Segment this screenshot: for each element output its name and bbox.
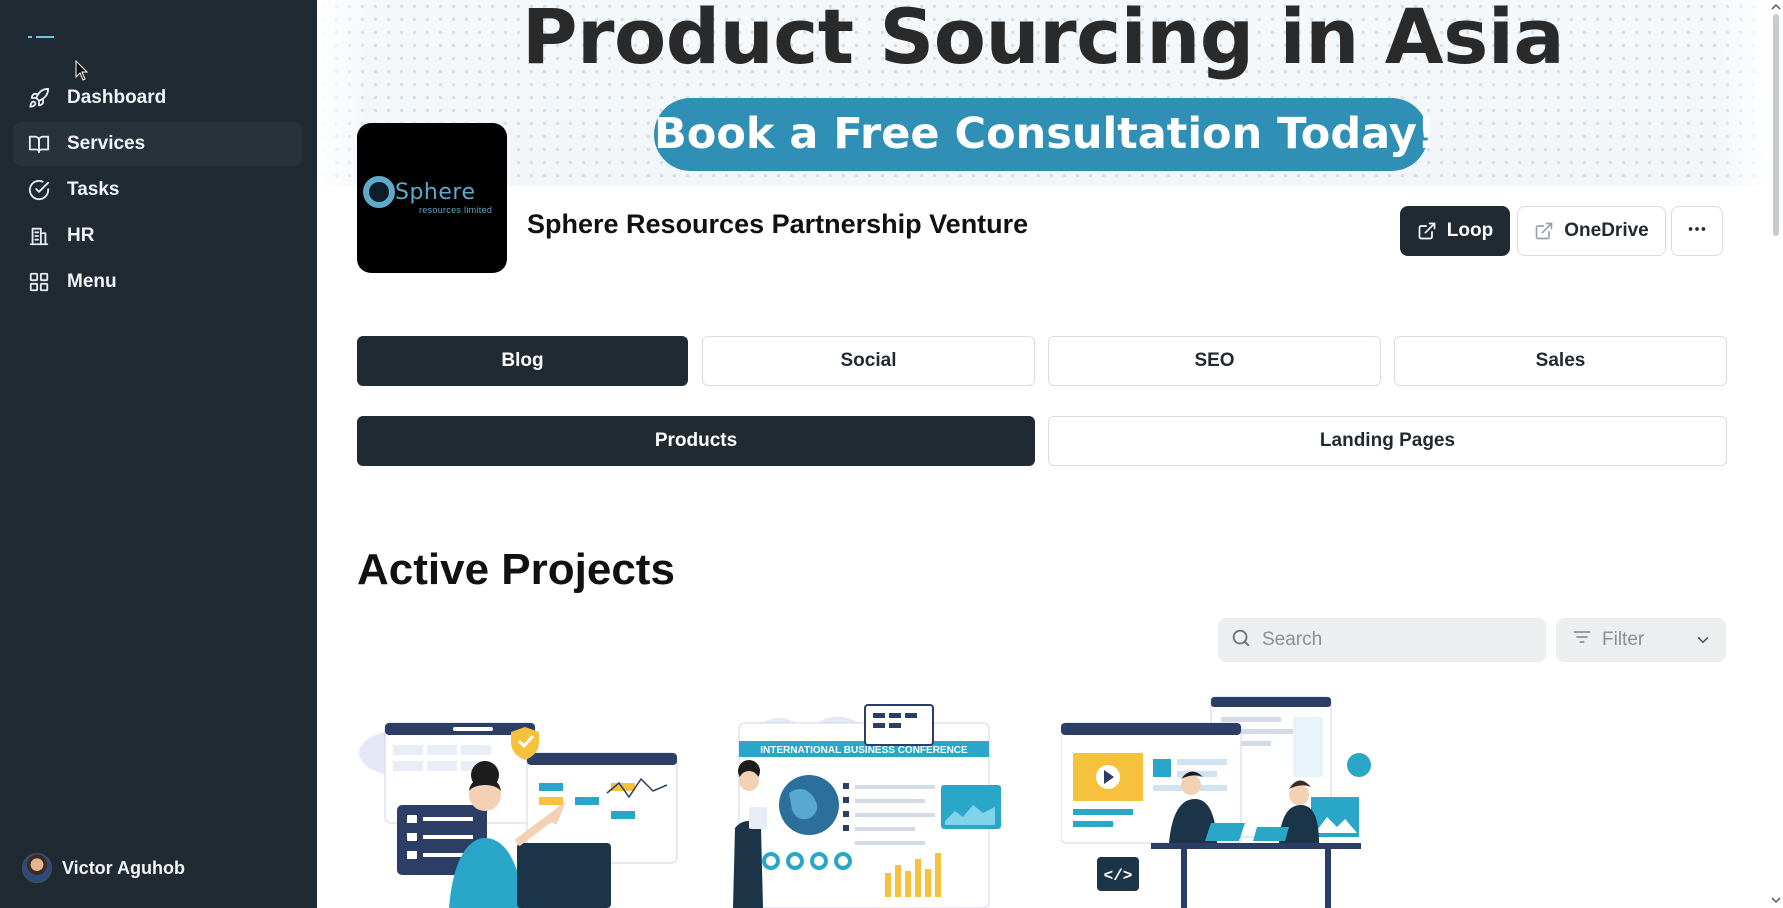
project-card[interactable]: </> <box>1061 693 1401 908</box>
sidebar-nav: Dashboard Services Tasks HR Menu <box>13 76 302 306</box>
onedrive-button[interactable]: OneDrive <box>1517 206 1666 256</box>
book-icon <box>27 132 51 156</box>
tab-blog[interactable]: Blog <box>357 336 688 386</box>
external-link-icon <box>1534 221 1554 241</box>
promo-banner[interactable]: Product Sourcing in Asia Book a Free Con… <box>317 0 1769 186</box>
project-card[interactable]: INTERNATIONAL BUSINESS CONFERENCE <box>709 693 1045 908</box>
project-card[interactable] <box>357 693 687 908</box>
sidebar-item-label: Menu <box>67 271 117 292</box>
grid-icon <box>27 270 51 294</box>
sidebar-item-tasks[interactable]: Tasks <box>13 168 302 212</box>
more-options-button[interactable] <box>1671 206 1723 256</box>
app-logo[interactable] <box>28 34 56 40</box>
sidebar-item-label: Dashboard <box>67 87 167 108</box>
scrollbar-thumb[interactable] <box>1773 14 1779 236</box>
chevron-down-icon <box>1694 631 1712 649</box>
company-logo: Sphere resources limited <box>357 123 507 273</box>
banner-cta-button[interactable]: Book a Free Consultation Today! <box>654 98 1436 171</box>
avatar <box>22 853 52 883</box>
conference-caption: INTERNATIONAL BUSINESS CONFERENCE <box>760 745 968 756</box>
filter-label: Filter <box>1602 629 1645 650</box>
sidebar-item-label: Tasks <box>67 179 120 200</box>
page-scrollbar[interactable] <box>1769 0 1783 908</box>
banner-title: Product Sourcing in Asia <box>521 0 1565 81</box>
main-content: Product Sourcing in Asia Book a Free Con… <box>317 0 1769 908</box>
web-development-illustration: </> <box>1061 696 1371 908</box>
svg-text:</>: </> <box>1104 867 1133 885</box>
check-circle-icon <box>27 178 51 202</box>
user-profile[interactable]: Victor Aguhob <box>22 853 185 883</box>
tab-landing-pages[interactable]: Landing Pages <box>1048 416 1727 466</box>
external-link-icon <box>1417 221 1437 241</box>
sidebar-item-hr[interactable]: HR <box>13 214 302 258</box>
sidebar-item-label: HR <box>67 225 95 246</box>
sidebar-item-menu[interactable]: Menu <box>13 260 302 304</box>
scroll-down-icon[interactable] <box>1771 895 1781 905</box>
onedrive-label: OneDrive <box>1564 220 1649 241</box>
sidebar-item-services[interactable]: Services <box>13 122 302 166</box>
filter-dropdown[interactable]: Filter <box>1556 618 1726 662</box>
company-logo-subtext: resources limited <box>419 205 493 215</box>
conference-presentation-illustration: INTERNATIONAL BUSINESS CONFERENCE <box>733 704 1001 908</box>
search-box[interactable] <box>1218 618 1546 662</box>
sidebar-item-dashboard[interactable]: Dashboard <box>13 76 302 120</box>
sidebar: Dashboard Services Tasks HR Menu Victor … <box>0 0 317 908</box>
loop-button[interactable]: Loop <box>1400 206 1510 256</box>
tab-seo[interactable]: SEO <box>1048 336 1381 386</box>
section-title: Active Projects <box>357 545 675 594</box>
company-name: Sphere Resources Partnership Venture <box>527 209 1029 239</box>
sidebar-item-label: Services <box>67 133 146 154</box>
filter-icon <box>1572 627 1592 653</box>
building-icon <box>27 224 51 248</box>
rocket-icon <box>27 86 51 110</box>
company-logo-wordmark: Sphere <box>395 180 476 205</box>
search-icon <box>1230 627 1252 654</box>
loop-label: Loop <box>1446 220 1494 241</box>
user-name: Victor Aguhob <box>62 857 185 878</box>
more-horizontal-icon <box>1686 218 1708 245</box>
tab-social[interactable]: Social <box>702 336 1035 386</box>
mouse-cursor-icon <box>75 60 89 81</box>
tab-products[interactable]: Products <box>357 416 1035 466</box>
dashboard-analytics-illustration <box>359 722 678 908</box>
scroll-up-icon[interactable] <box>1771 2 1781 12</box>
search-input[interactable] <box>1262 629 1522 651</box>
tab-sales[interactable]: Sales <box>1394 336 1727 386</box>
